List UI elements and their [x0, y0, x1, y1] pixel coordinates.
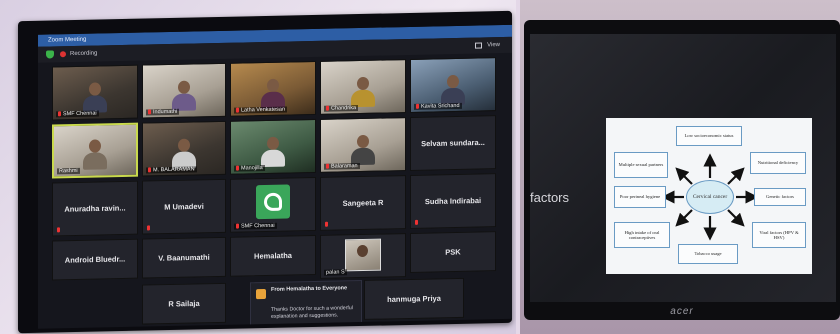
participant-name: Manojilla — [241, 165, 263, 172]
participant-video — [83, 139, 107, 170]
participant-tile[interactable]: Latha Venkatesan — [230, 60, 316, 117]
participant-video — [441, 74, 465, 106]
muted-mic-icon — [236, 223, 239, 229]
slide-box: High intake of oral contraceptives — [614, 222, 670, 248]
participant-name: Balaraman — [331, 163, 358, 170]
slide-side-text: factors — [530, 190, 570, 205]
participant-name: palan S — [326, 269, 345, 276]
participant-tile[interactable]: Manojilla — [230, 118, 316, 175]
participant-name: R Sailaja — [168, 298, 200, 309]
participant-name: Sangeeta R — [342, 198, 384, 208]
participant-tile[interactable]: Anuradha ravin... — [52, 180, 138, 237]
laptop-screen: factors Low socioeconomic status Multipl… — [530, 34, 836, 302]
participant-tile[interactable]: Android Bluedr... — [52, 238, 138, 281]
laptop-bezel: factors Low socioeconomic status Multipl… — [524, 20, 840, 320]
participant-name: Latha Venkatesan — [241, 106, 286, 114]
muted-mic-icon — [58, 111, 61, 117]
participant-tile[interactable]: M. BALARAMAN — [142, 120, 226, 177]
grid-view-icon[interactable] — [475, 42, 482, 49]
chat-message: Thanks Doctor for such a wonderful expla… — [271, 305, 353, 320]
muted-mic-icon — [148, 109, 151, 115]
zoom-meeting-window: Zoom Meeting Recording View SMF Chennai … — [38, 24, 512, 329]
chat-sender: From Hemalatha to Everyone — [271, 285, 348, 293]
slide-box: Genetic factors — [754, 188, 806, 206]
participant-video — [351, 76, 375, 108]
muted-mic-icon — [147, 225, 150, 231]
participant-tile[interactable]: Hemalatha — [230, 234, 316, 277]
participant-video — [261, 78, 285, 110]
participant-name: Sudha Indirabai — [424, 195, 482, 207]
participant-tile[interactable]: hanmuga Priya — [364, 277, 464, 320]
participant-name: SMF Chennai — [63, 110, 97, 118]
participant-name: Android Bluedr... — [64, 254, 126, 265]
participant-name: Indumathi — [153, 108, 178, 116]
participant-name: Rashmi — [59, 167, 78, 175]
participant-video — [172, 138, 196, 169]
participant-name: SMF Chennai — [241, 222, 275, 230]
shield-icon[interactable] — [46, 50, 54, 59]
muted-mic-icon — [415, 219, 418, 225]
slide-box: Tobacco usage — [678, 244, 738, 264]
muted-mic-icon — [416, 103, 419, 109]
laptop-brand-logo: acer — [670, 306, 694, 317]
participant-tile[interactable]: Sangeeta R — [320, 175, 406, 231]
chat-icon — [256, 288, 266, 300]
participant-tile[interactable]: Kavita Srichand — [410, 57, 496, 113]
participant-tile[interactable]: SMF Chennai — [230, 176, 316, 233]
slide-box: Poor perineal hygiene — [614, 186, 666, 208]
participant-tile[interactable]: Sudha Indirabai — [410, 173, 496, 229]
participant-name: Anuradha ravin... — [64, 203, 126, 214]
recording-label: Recording — [70, 50, 98, 58]
recording-icon — [60, 51, 66, 58]
participant-tile[interactable]: V. Baanumathi — [142, 236, 226, 279]
muted-mic-icon — [236, 107, 239, 113]
view-button[interactable]: View — [487, 37, 500, 53]
muted-mic-icon — [326, 163, 329, 169]
muted-mic-icon — [236, 165, 239, 171]
participant-video — [83, 82, 107, 113]
muted-mic-icon — [326, 105, 329, 111]
muted-mic-icon — [57, 227, 60, 233]
slide-box: Multiple sexual partners — [614, 152, 668, 178]
participant-name: M. BALARAMAN — [153, 166, 195, 174]
participant-tile[interactable]: R Sailaja — [142, 282, 226, 325]
participant-name: V. Baanumathi — [158, 252, 210, 263]
participant-name: Chandrika — [331, 105, 357, 112]
participant-tile[interactable]: Balaraman — [320, 117, 406, 173]
slide-center-node: Cervical cancer — [686, 180, 734, 214]
presentation-slide: Low socioeconomic status Multiple sexual… — [606, 118, 812, 274]
slide-box: Viral factors (HPV & HSV) — [752, 222, 806, 248]
smf-logo-icon — [256, 184, 290, 220]
participant-video — [261, 136, 285, 168]
participant-name: hanmuga Priya — [387, 293, 441, 304]
participant-tile[interactable]: Chandrika — [320, 59, 406, 115]
laptop-photo: factors Low socioeconomic status Multipl… — [520, 0, 840, 334]
muted-mic-icon — [325, 221, 328, 227]
slide-box: Nutritional deficiency — [750, 152, 806, 174]
participant-tile[interactable]: SMF Chennai — [52, 64, 138, 121]
zoom-meeting-photo: Zoom Meeting Recording View SMF Chennai … — [0, 0, 516, 334]
profile-photo — [345, 238, 381, 272]
participant-tile[interactable]: PSK — [410, 231, 496, 273]
participant-name: Kavita Srichand — [421, 102, 460, 110]
chat-notification[interactable]: From Hemalatha to Everyone Thanks Doctor… — [250, 279, 362, 329]
participant-tile[interactable]: M Umadevi — [142, 178, 226, 235]
participant-name: Hemalatha — [254, 250, 292, 261]
monitor-bezel: Zoom Meeting Recording View SMF Chennai … — [18, 10, 512, 334]
participant-video — [172, 80, 196, 111]
participant-video — [351, 134, 375, 166]
participant-tile[interactable]: Selvam sundara... — [410, 115, 496, 171]
participant-name: PSK — [445, 247, 461, 257]
participant-tile[interactable]: palan S — [320, 233, 406, 279]
participant-name: Selvam sundara... — [421, 137, 485, 149]
participant-tile-active-speaker[interactable]: Rashmi — [52, 122, 138, 179]
slide-box: Low socioeconomic status — [676, 126, 742, 146]
participant-tile[interactable]: Indumathi — [142, 62, 226, 119]
participant-name: M Umadevi — [164, 201, 204, 212]
muted-mic-icon — [148, 167, 151, 173]
